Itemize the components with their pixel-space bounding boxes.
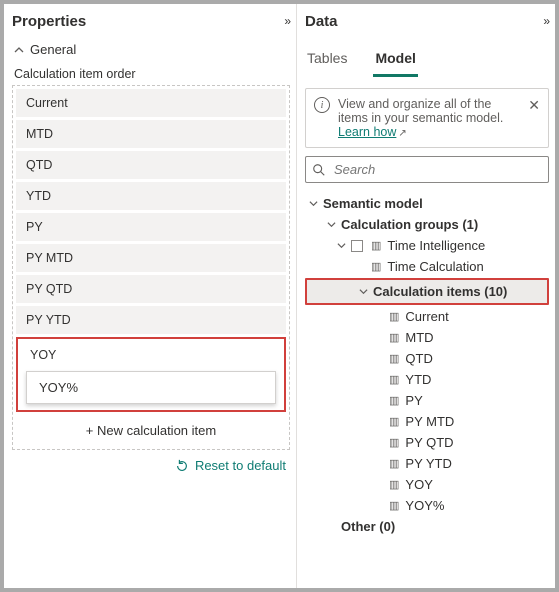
reset-label: Reset to default <box>195 458 286 473</box>
reset-icon <box>175 459 189 473</box>
chevron-up-icon <box>14 45 24 55</box>
tree-item[interactable]: ▥YOY <box>305 474 549 495</box>
tree-item[interactable]: ▥PY QTD <box>305 432 549 453</box>
item-icon: ▥ <box>387 499 401 512</box>
item-icon: ▥ <box>387 373 401 386</box>
data-pane: Data » Tables Model i View and organize … <box>297 4 555 588</box>
item-icon: ▥ <box>387 394 401 407</box>
tree-item[interactable]: ▥YOY% <box>305 495 549 516</box>
tree-item[interactable]: ▥MTD <box>305 327 549 348</box>
item-icon: ▥ <box>387 457 401 470</box>
tree-item[interactable]: ▥QTD <box>305 348 549 369</box>
tree-calc-items-label: Calculation items (10) <box>373 284 507 299</box>
tree-time-calculation-label: Time Calculation <box>387 259 483 274</box>
tree-item[interactable]: ▥Current <box>305 306 549 327</box>
new-calculation-item-button[interactable]: + New calculation item <box>16 415 286 446</box>
chevron-down-icon <box>357 287 369 296</box>
list-item[interactable]: QTD <box>16 151 286 179</box>
info-icon: i <box>314 97 330 113</box>
tree-item[interactable]: ▥YTD <box>305 369 549 390</box>
tree-other[interactable]: Other (0) <box>305 516 549 537</box>
close-info-icon[interactable]: ✕ <box>528 97 540 114</box>
tree-other-label: Other (0) <box>341 519 395 534</box>
item-icon: ▥ <box>387 415 401 428</box>
section-general-label: General <box>30 42 76 57</box>
tree-root[interactable]: Semantic model <box>305 193 549 214</box>
tree-calc-groups-label: Calculation groups (1) <box>341 217 478 232</box>
learn-how-link[interactable]: Learn how <box>338 125 396 139</box>
collapse-data-icon[interactable]: » <box>541 12 549 30</box>
reset-to-default-button[interactable]: Reset to default <box>12 450 290 477</box>
search-icon <box>312 163 326 177</box>
item-icon: ▥ <box>387 478 401 491</box>
tree-item[interactable]: ▥PY <box>305 390 549 411</box>
data-title: Data <box>305 13 338 30</box>
external-link-icon: ↗ <box>398 128 406 139</box>
tree-calc-items[interactable]: Calculation items (10) <box>307 281 547 302</box>
model-tree: Semantic model Calculation groups (1) ▥ … <box>305 193 549 537</box>
list-item[interactable]: PY <box>16 213 286 241</box>
section-general[interactable]: General <box>12 38 290 61</box>
tree-calc-groups[interactable]: Calculation groups (1) <box>305 214 549 235</box>
chevron-down-icon <box>325 220 337 229</box>
chevron-down-icon <box>307 199 319 208</box>
chevron-down-icon <box>335 241 347 250</box>
tree-time-calculation[interactable]: ▥ Time Calculation <box>305 256 549 277</box>
list-item[interactable]: YTD <box>16 182 286 210</box>
tree-calc-items-highlight: Calculation items (10) <box>305 278 549 305</box>
tabs: Tables Model <box>305 46 549 78</box>
collapse-properties-icon[interactable]: » <box>282 12 290 30</box>
item-icon: ▥ <box>387 436 401 449</box>
list-item[interactable]: Current <box>16 89 286 117</box>
tree-time-intelligence-label: Time Intelligence <box>387 238 485 253</box>
properties-pane: Properties » General Calculation item or… <box>4 4 297 588</box>
tree-time-intelligence[interactable]: ▥ Time Intelligence <box>305 235 549 256</box>
tree-item[interactable]: ▥PY YTD <box>305 453 549 474</box>
list-item[interactable]: PY MTD <box>16 244 286 272</box>
item-icon: ▥ <box>387 310 401 323</box>
tree-root-label: Semantic model <box>323 196 423 211</box>
item-icon: ▥ <box>387 352 401 365</box>
tree-item[interactable]: ▥PY MTD <box>305 411 549 432</box>
search-box[interactable] <box>305 156 549 183</box>
list-item-yoy-pct[interactable]: YOY% <box>26 371 276 404</box>
list-item[interactable]: PY YTD <box>16 306 286 334</box>
info-banner: i View and organize all of the items in … <box>305 88 549 148</box>
properties-title: Properties <box>12 13 86 30</box>
list-item-yoy[interactable]: YOY <box>20 341 282 369</box>
calculation-item-order-list: Current MTD QTD YTD PY PY MTD PY QTD PY … <box>12 85 290 450</box>
list-item[interactable]: MTD <box>16 120 286 148</box>
field-label: Calculation item order <box>14 67 288 81</box>
info-text: View and organize all of the items in yo… <box>338 97 520 139</box>
list-item-highlighted[interactable]: YOY YOY% <box>16 337 286 412</box>
tab-tables[interactable]: Tables <box>305 46 349 77</box>
column-icon: ▥ <box>369 260 383 273</box>
search-input[interactable] <box>332 161 542 178</box>
list-item[interactable]: PY QTD <box>16 275 286 303</box>
checkbox[interactable] <box>351 240 363 252</box>
tab-model[interactable]: Model <box>373 46 417 77</box>
group-icon: ▥ <box>369 239 383 252</box>
item-icon: ▥ <box>387 331 401 344</box>
